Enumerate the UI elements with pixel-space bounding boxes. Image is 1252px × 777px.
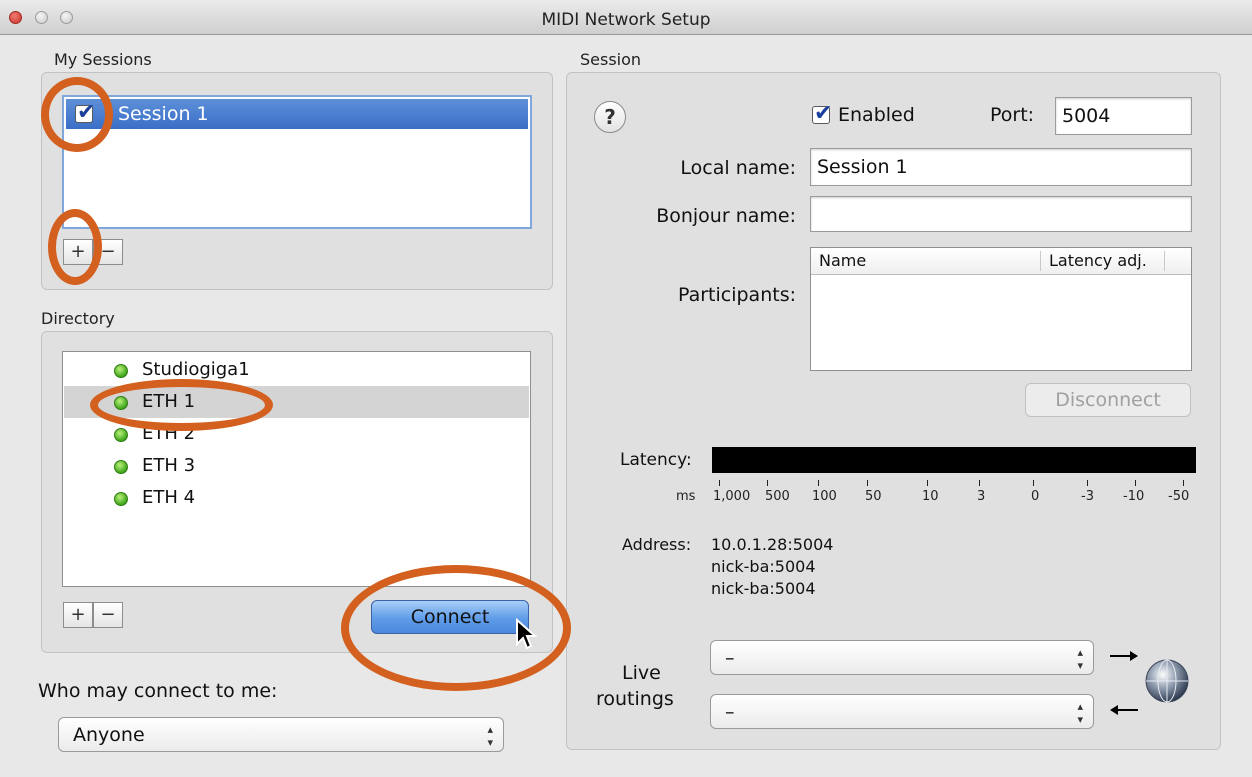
directory-label: Directory bbox=[41, 309, 115, 328]
enabled-checkbox[interactable]: ✔ bbox=[812, 101, 833, 126]
who-may-connect-value: Anyone bbox=[73, 724, 145, 746]
latency-tick-label: 0 bbox=[1031, 489, 1040, 504]
participants-label: Participants: bbox=[677, 284, 796, 306]
port-label: Port: bbox=[990, 104, 1035, 126]
latency-tick-label: -10 bbox=[1123, 489, 1145, 504]
add-directory-button[interactable]: + bbox=[63, 602, 93, 628]
latency-tick-label: 1,000 bbox=[713, 489, 751, 504]
latency-tick bbox=[979, 480, 980, 486]
column-divider bbox=[1164, 251, 1165, 271]
latency-unit-label: ms bbox=[676, 489, 696, 504]
local-name-field[interactable]: Session 1 bbox=[810, 148, 1192, 186]
list-item[interactable]: Studiogiga1 bbox=[64, 354, 529, 386]
directory-item-label: ETH 4 bbox=[142, 487, 196, 508]
latency-tick bbox=[1135, 480, 1136, 486]
latency-tick-label: -50 bbox=[1168, 489, 1190, 504]
address-value: nick-ba:5004 bbox=[711, 557, 816, 576]
routing-out-popup[interactable]: – ▴ ▾ bbox=[710, 640, 1094, 675]
latency-tick bbox=[818, 480, 819, 486]
routing-out-value: – bbox=[725, 647, 735, 669]
list-item[interactable]: ETH 3 bbox=[64, 450, 529, 482]
latency-tick-label: 50 bbox=[865, 489, 882, 504]
latency-tick bbox=[1087, 480, 1088, 486]
latency-tick bbox=[927, 480, 928, 486]
popup-arrows-icon: ▴ ▾ bbox=[1077, 646, 1083, 672]
latency-tick-label: -3 bbox=[1081, 489, 1094, 504]
routing-in-value: – bbox=[725, 701, 735, 723]
address-value: nick-ba:5004 bbox=[711, 579, 816, 598]
latency-tick-label: 3 bbox=[977, 489, 986, 504]
latency-meter bbox=[712, 447, 1196, 473]
title-bar: MIDI Network Setup bbox=[0, 0, 1252, 35]
help-button[interactable]: ? bbox=[594, 101, 626, 133]
remove-directory-button[interactable]: − bbox=[93, 602, 123, 628]
window-title: MIDI Network Setup bbox=[541, 10, 711, 30]
list-item[interactable]: ETH 4 bbox=[64, 482, 529, 514]
sessions-list[interactable]: ✔ Session 1 bbox=[62, 95, 532, 229]
latency-label: Latency: bbox=[620, 450, 692, 470]
live-routings-label: Live bbox=[622, 662, 661, 684]
latency-tick bbox=[1183, 480, 1184, 486]
latency-tick bbox=[867, 480, 868, 486]
participants-table[interactable]: Name Latency adj. bbox=[810, 247, 1192, 371]
column-header-latency[interactable]: Latency adj. bbox=[1049, 251, 1147, 270]
directory-item-label: ETH 3 bbox=[142, 455, 196, 476]
local-name-label: Local name: bbox=[680, 157, 796, 179]
participants-header: Name Latency adj. bbox=[811, 248, 1191, 275]
session-group-label: Session bbox=[580, 50, 642, 69]
enabled-label: Enabled bbox=[838, 104, 915, 126]
my-sessions-label: My Sessions bbox=[54, 50, 152, 69]
highlight-circle bbox=[48, 209, 102, 285]
status-online-icon bbox=[114, 492, 128, 506]
status-online-icon bbox=[114, 364, 128, 378]
session-row[interactable]: ✔ Session 1 bbox=[66, 99, 528, 129]
status-online-icon bbox=[114, 428, 128, 442]
checkmark-icon: ✔ bbox=[814, 101, 833, 126]
status-online-icon bbox=[114, 460, 128, 474]
latency-tick-label: 10 bbox=[922, 489, 939, 504]
bonjour-name-label: Bonjour name: bbox=[656, 205, 796, 227]
popup-arrows-icon: ▴ ▾ bbox=[1077, 700, 1083, 726]
address-value: 10.0.1.28:5004 bbox=[711, 535, 834, 554]
who-may-connect-popup[interactable]: Anyone ▴ ▾ bbox=[58, 717, 504, 752]
directory-item-label: Studiogiga1 bbox=[142, 359, 250, 380]
column-divider bbox=[1040, 251, 1041, 271]
highlight-circle bbox=[341, 565, 571, 691]
routing-in-popup[interactable]: – ▴ ▾ bbox=[710, 694, 1094, 729]
port-field[interactable]: 5004 bbox=[1055, 97, 1192, 135]
live-routings-label-line2: routings bbox=[596, 688, 674, 710]
network-globe-icon[interactable] bbox=[1144, 658, 1190, 704]
latency-tick bbox=[719, 480, 720, 486]
arrow-right-icon bbox=[1110, 651, 1138, 661]
who-may-connect-label: Who may connect to me: bbox=[38, 680, 278, 702]
latency-tick-label: 500 bbox=[765, 489, 790, 504]
disconnect-button[interactable]: Disconnect bbox=[1025, 383, 1191, 417]
latency-tick bbox=[767, 480, 768, 486]
column-header-name[interactable]: Name bbox=[819, 251, 866, 270]
highlight-circle bbox=[90, 379, 273, 431]
address-label: Address: bbox=[622, 535, 692, 554]
bonjour-name-field[interactable] bbox=[810, 196, 1192, 232]
highlight-circle bbox=[41, 77, 113, 152]
latency-tick-label: 100 bbox=[812, 489, 837, 504]
arrow-left-icon bbox=[1110, 705, 1138, 715]
latency-tick bbox=[1033, 480, 1034, 486]
my-sessions-group: ✔ Session 1 + − bbox=[41, 72, 553, 290]
session-label: Session 1 bbox=[118, 103, 209, 125]
popup-arrows-icon: ▴ ▾ bbox=[487, 723, 493, 749]
